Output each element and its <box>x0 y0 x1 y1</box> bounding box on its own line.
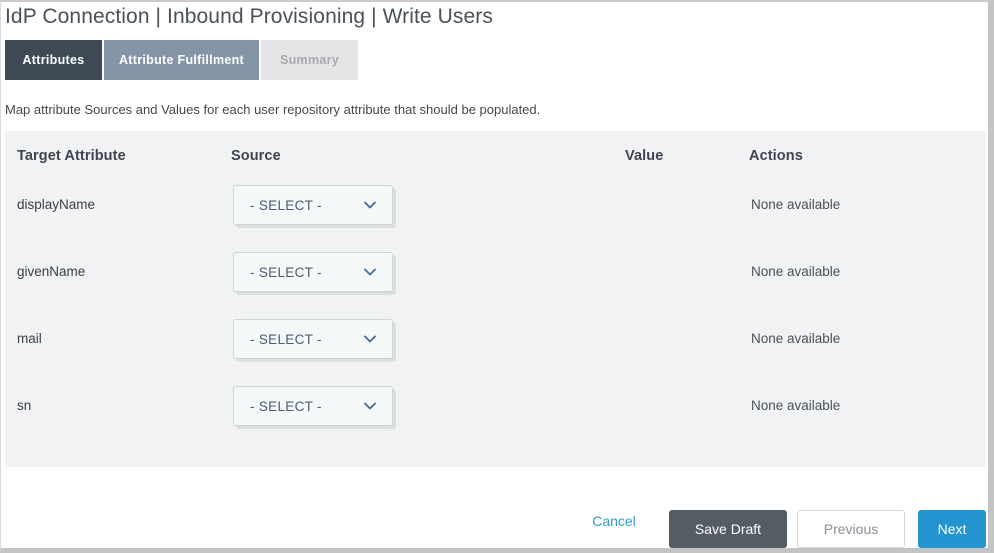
source-select-displayname[interactable]: - SELECT - <box>233 185 393 225</box>
attribute-mapping-table: Target Attribute Source Value Actions di… <box>5 131 986 467</box>
chevron-down-icon <box>361 397 379 415</box>
source-select-sn[interactable]: - SELECT - <box>233 386 393 426</box>
page-description: Map attribute Sources and Values for eac… <box>5 101 540 119</box>
source-select-mail[interactable]: - SELECT - <box>233 319 393 359</box>
column-header-actions: Actions <box>749 148 803 164</box>
cell-target-attribute: displayName <box>17 197 95 212</box>
cell-actions: None available <box>751 331 840 346</box>
column-header-target-attribute: Target Attribute <box>17 148 126 164</box>
page-root: IdP Connection | Inbound Provisioning | … <box>0 0 994 553</box>
cell-target-attribute: mail <box>17 331 42 346</box>
source-select-givenname[interactable]: - SELECT - <box>233 252 393 292</box>
wizard-tabs: Attributes Attribute Fulfillment Summary <box>5 40 358 80</box>
chevron-down-icon <box>361 196 379 214</box>
tab-attributes[interactable]: Attributes <box>5 40 102 80</box>
cell-actions: None available <box>751 197 840 212</box>
source-select-value: - SELECT - <box>250 399 361 414</box>
table-row: mail - SELECT - None available <box>5 313 986 380</box>
save-draft-button[interactable]: Save Draft <box>669 510 787 548</box>
column-header-value: Value <box>625 148 663 164</box>
table-body: displayName - SELECT - None available gi… <box>5 179 986 447</box>
tab-attributes-label: Attributes <box>22 53 84 67</box>
chevron-down-icon <box>361 330 379 348</box>
next-button[interactable]: Next <box>918 510 986 548</box>
tab-summary[interactable]: Summary <box>261 40 358 80</box>
cell-target-attribute: sn <box>17 398 31 413</box>
previous-button[interactable]: Previous <box>797 510 905 548</box>
tab-attribute-fulfillment-label: Attribute Fulfillment <box>119 53 244 67</box>
page-title: IdP Connection | Inbound Provisioning | … <box>5 2 493 32</box>
table-row: givenName - SELECT - None available <box>5 246 986 313</box>
tab-attribute-fulfillment[interactable]: Attribute Fulfillment <box>104 40 259 80</box>
chevron-down-icon <box>361 263 379 281</box>
table-row: sn - SELECT - None available <box>5 380 986 447</box>
table-header-row: Target Attribute Source Value Actions <box>5 131 986 179</box>
cell-target-attribute: givenName <box>17 264 85 279</box>
cell-actions: None available <box>751 398 840 413</box>
source-select-value: - SELECT - <box>250 265 361 280</box>
tab-summary-label: Summary <box>280 53 339 67</box>
source-select-value: - SELECT - <box>250 332 361 347</box>
footer-actions: Cancel Save Draft Previous Next <box>1 467 982 545</box>
cell-actions: None available <box>751 264 840 279</box>
column-header-source: Source <box>231 148 281 164</box>
cancel-button[interactable]: Cancel <box>585 510 643 532</box>
source-select-value: - SELECT - <box>250 198 361 213</box>
table-row: displayName - SELECT - None available <box>5 179 986 246</box>
